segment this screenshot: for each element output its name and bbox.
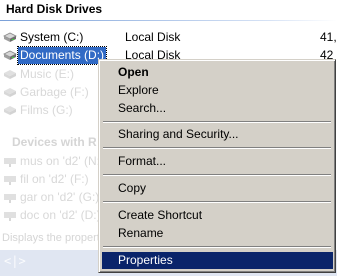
menu-separator [103,147,331,149]
group-header-hard-disk-drives: Hard Disk Drives [6,2,103,16]
menu-item-open[interactable]: Open [102,64,333,81]
drive-name: Documents (D:) [16,46,108,65]
hard-drive-icon [3,49,17,62]
drive-row-system[interactable]: System (C:) Local Disk 41, [0,29,337,46]
menu-item-format[interactable]: Format... [102,153,333,170]
network-drive-icon [3,209,17,222]
menu-item-copy[interactable]: Copy [102,180,333,197]
group-header-removable: Devices with R [12,135,97,149]
menu-item-explore[interactable]: Explore [102,82,333,99]
menu-separator [103,121,331,123]
drive-name: System (C:) [20,30,84,44]
drive-name: fil on 'd2' (F:) [20,172,89,186]
menu-item-rename[interactable]: Rename [102,225,333,242]
drive-name: gar on 'd2' (G:) [20,190,100,204]
group-header-divider [0,20,337,21]
hard-drive-icon [3,104,17,117]
drive-name: mus on 'd2' (N:) [20,154,104,168]
menu-separator [103,174,331,176]
drive-size: 41, [320,30,337,44]
menu-item-create-shortcut[interactable]: Create Shortcut [102,207,333,224]
menu-separator [103,201,331,203]
menu-item-sharing-security[interactable]: Sharing and Security... [102,126,333,143]
drive-name: doc on 'd2' (D:) [20,208,101,222]
drive-name: Films (G:) [20,103,73,117]
hard-drive-icon [3,68,17,81]
hard-drive-icon [3,31,17,44]
drive-type: Local Disk [125,30,181,44]
nav-glyph[interactable]: <|> [4,254,26,268]
drive-name: Music (E:) [20,67,74,81]
context-menu: Open Explore Search... Sharing and Secur… [98,59,336,273]
menu-item-properties[interactable]: Properties [102,252,333,269]
menu-item-search[interactable]: Search... [102,100,333,117]
drive-name: Garbage (F:) [20,85,89,99]
network-drive-icon [3,191,17,204]
network-drive-icon [3,155,17,168]
hard-drive-icon [3,86,17,99]
network-drive-icon [3,173,17,186]
menu-separator [103,246,331,248]
